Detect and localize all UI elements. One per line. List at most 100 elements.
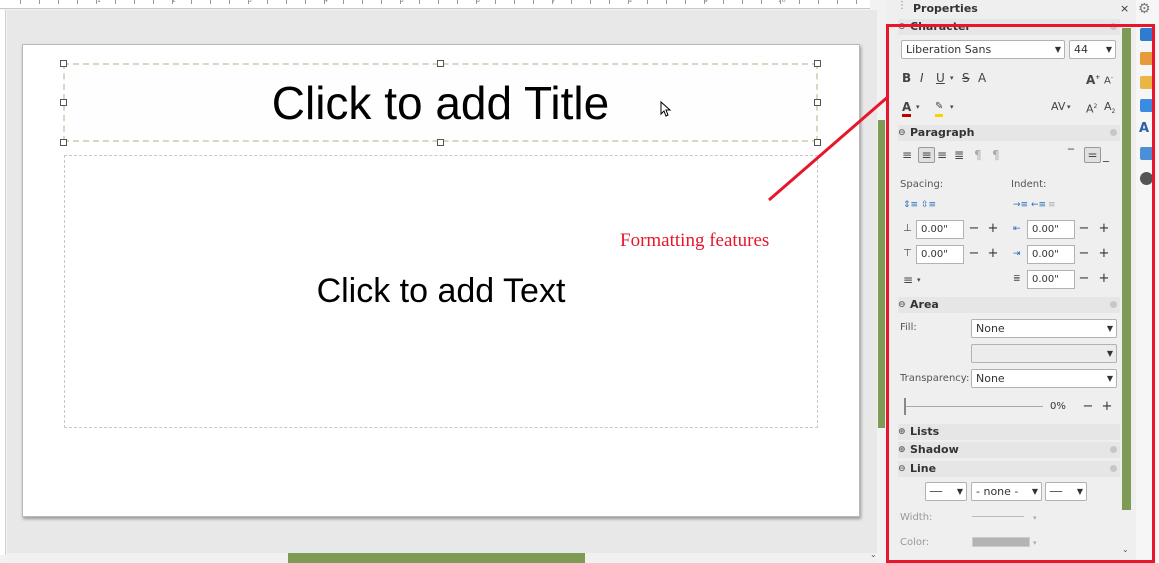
line-color-swatch[interactable] [972,537,1030,547]
character-spacing-dropdown-icon[interactable]: ▾ [1067,100,1071,114]
below-spacing-field[interactable]: 0.00" [916,245,964,264]
underline-icon[interactable]: U [936,71,945,85]
increase-button[interactable]: + [1099,398,1115,417]
first-line-indent-field[interactable]: 0.00" [1027,270,1075,289]
line-style-combo[interactable]: - none - ▼ [971,482,1042,501]
resize-handle[interactable] [60,139,67,146]
hanging-indent-icon[interactable]: ≡ [1048,198,1056,212]
line-width-preview[interactable] [972,516,1024,517]
increase-button[interactable]: + [1096,245,1112,264]
highlight-color-icon[interactable]: ✎ [935,100,944,117]
dropdown-arrow-icon[interactable]: ▾ [1033,511,1037,525]
slide-transition-tab-icon[interactable] [1140,52,1153,65]
lists-section-header[interactable]: Lists [898,424,1120,440]
more-options-icon[interactable] [1110,23,1117,30]
title-placeholder[interactable]: Click to add Title [63,63,818,142]
sidebar-settings-gear-icon[interactable]: ⚙ [1138,1,1151,17]
italic-icon[interactable]: I [920,71,924,85]
increase-button[interactable]: + [985,245,1001,264]
underline-dropdown-icon[interactable]: ▾ [950,71,954,85]
line-end-arrow-combo[interactable]: ── ▼ [1045,482,1087,501]
transparency-slider-thumb[interactable] [904,398,906,415]
close-icon[interactable]: × [1120,2,1129,15]
superscript-icon[interactable]: A2 [1086,100,1097,117]
decrease-button[interactable]: − [1076,245,1092,264]
dropdown-arrow-icon[interactable]: ▼ [1077,483,1083,500]
font-color-icon[interactable]: A [902,100,912,117]
font-size-combo[interactable]: 44 ▼ [1069,40,1116,59]
scroll-down-arrow-icon[interactable]: ⌄ [1122,545,1129,554]
subscript-icon[interactable]: A2 [1104,100,1115,119]
decrease-indent-icon[interactable]: ←≡ [1031,198,1046,212]
font-color-dropdown-icon[interactable]: ▾ [916,100,920,114]
after-indent-field[interactable]: 0.00" [1027,245,1075,264]
line-start-arrow-combo[interactable]: ── ▼ [925,482,967,501]
more-options-icon[interactable] [1110,129,1117,136]
character-section-header[interactable]: Character [898,19,1120,35]
styles-tab-icon[interactable]: A [1139,121,1149,136]
shadow-section-header[interactable]: Shadow [898,442,1120,458]
decrease-button[interactable]: − [966,220,982,239]
dropdown-arrow-icon[interactable]: ▼ [1107,345,1113,362]
gallery-tab-icon[interactable] [1140,147,1153,160]
navigator-tab-icon[interactable] [1140,172,1153,185]
more-options-icon[interactable] [1110,446,1117,453]
transparency-slider-track[interactable] [905,406,1043,407]
drag-handle-icon[interactable]: ⋮ [897,0,907,11]
bold-icon[interactable]: B [902,71,911,85]
resize-handle[interactable] [437,139,444,146]
more-options-icon[interactable] [1110,301,1117,308]
align-bottom-icon[interactable]: _ [1103,148,1109,162]
resize-handle[interactable] [814,99,821,106]
master-slides-tab-icon[interactable] [1140,99,1153,112]
transparency-combo[interactable]: None ▼ [971,369,1117,388]
decrease-spacing-icon[interactable]: ⇳≡ [921,198,936,212]
more-options-icon[interactable] [1110,465,1117,472]
resize-handle[interactable] [814,60,821,67]
strikethrough-icon[interactable]: S [962,71,970,85]
area-section-header[interactable]: Area [898,297,1120,313]
line-section-header[interactable]: Line [898,461,1120,477]
decrease-button[interactable]: − [1076,270,1092,289]
before-indent-field[interactable]: 0.00" [1027,220,1075,239]
transparency-percent-field[interactable]: 0% [1046,398,1076,417]
align-center-icon[interactable]: ≡ [918,147,935,163]
line-spacing-icon[interactable]: ≡ [903,273,913,287]
justify-icon[interactable]: ≣ [954,148,964,162]
fill-secondary-combo[interactable]: ▼ [971,344,1117,363]
increase-button[interactable]: + [985,220,1001,239]
font-name-combo[interactable]: Liberation Sans ▼ [901,40,1065,59]
resize-handle[interactable] [814,139,821,146]
dropdown-arrow-icon[interactable]: ▼ [1106,41,1112,58]
rtl-paragraph-icon[interactable]: ¶ [992,148,1000,162]
decrease-button[interactable]: − [966,245,982,264]
highlight-dropdown-icon[interactable]: ▾ [950,100,954,114]
dropdown-arrow-icon[interactable]: ▼ [1107,370,1113,387]
vertical-ruler[interactable] [0,10,6,555]
vertical-scrollbar-thumb[interactable] [878,120,885,428]
horizontal-ruler[interactable]: 1 2 3 4 5 6 7 8 9 10 [0,0,870,9]
ltr-paragraph-icon[interactable]: ¶ [974,148,982,162]
align-middle-icon[interactable]: = [1084,147,1101,163]
sidebar-scrollbar-thumb[interactable] [1122,28,1131,510]
dropdown-arrow-icon[interactable]: ▼ [1107,320,1113,337]
dropdown-arrow-icon[interactable]: ▼ [957,483,963,500]
resize-handle[interactable] [60,60,67,67]
grow-font-icon[interactable]: A+ [1086,71,1100,87]
increase-indent-icon[interactable]: →≡ [1013,198,1028,212]
dropdown-arrow-icon[interactable]: ▼ [1055,41,1061,58]
text-placeholder[interactable]: Click to add Text [64,155,818,428]
resize-handle[interactable] [60,99,67,106]
increase-spacing-icon[interactable]: ⇕≡ [903,198,918,212]
align-top-icon[interactable]: ‾ [1068,147,1074,161]
character-spacing-icon[interactable]: AV [1051,100,1065,114]
shrink-font-icon[interactable]: A- [1104,71,1113,88]
above-spacing-field[interactable]: 0.00" [916,220,964,239]
fill-combo[interactable]: None ▼ [971,319,1117,338]
decrease-button[interactable]: − [1076,220,1092,239]
line-spacing-dropdown-icon[interactable]: ▾ [917,273,921,287]
increase-button[interactable]: + [1096,220,1112,239]
paragraph-section-header[interactable]: Paragraph [898,125,1120,141]
resize-handle[interactable] [437,60,444,67]
properties-tab-icon[interactable] [1140,28,1153,41]
